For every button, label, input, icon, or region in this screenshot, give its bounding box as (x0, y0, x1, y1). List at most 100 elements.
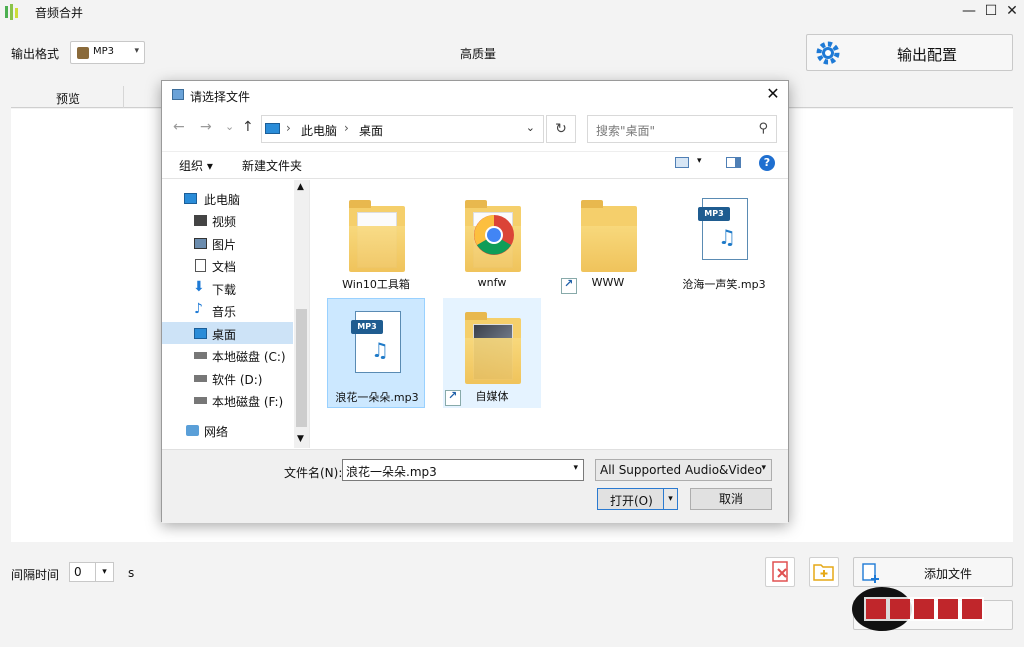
computer-icon (265, 123, 280, 134)
chevron-down-icon: ▾ (761, 463, 766, 473)
minimize-button[interactable]: — (959, 2, 979, 20)
chrome-icon (474, 215, 514, 255)
new-folder-button[interactable]: 新建文件夹 (242, 157, 302, 174)
file-item-selected[interactable]: MP3 ♫ 浪花一朵朵.mp3 (327, 298, 425, 408)
file-item[interactable]: Win10工具箱 (327, 186, 425, 296)
nav-item-drive-d[interactable]: 软件 (D:) (212, 371, 262, 388)
breadcrumb-separator: › (286, 121, 291, 135)
nav-item-desktop[interactable]: 桌面 (212, 326, 236, 343)
breadcrumb-separator: › (344, 121, 349, 135)
file-type-filter[interactable]: All Supported Audio&Video ▾ (595, 459, 772, 481)
interval-select[interactable]: 0 ▾ (69, 562, 114, 582)
music-icon: ♪ (194, 301, 203, 317)
chevron-down-icon[interactable]: ⌄ (526, 121, 535, 134)
nav-item-videos[interactable]: 视频 (212, 213, 236, 230)
dialog-title: 请选择文件 (190, 90, 251, 104)
search-placeholder: 搜索"桌面" (596, 124, 656, 138)
chevron-down-icon[interactable]: ▾ (697, 156, 702, 166)
help-icon[interactable]: ? (759, 155, 775, 171)
forward-button[interactable]: → (200, 119, 212, 135)
folder-icon (581, 200, 637, 272)
format-value: MP3 (93, 46, 115, 57)
breadcrumb-this-pc[interactable]: 此电脑 (301, 122, 337, 139)
filename-label: 文件名(N): (284, 466, 343, 480)
title-bar (0, 0, 1024, 24)
file-grid[interactable]: Win10工具箱 wnfw WWW MP3♫ 沧海一声笑.mp3 MP3♫ 浪花… (311, 180, 788, 448)
address-bar[interactable]: › 此电脑 › 桌面 ⌄ (261, 115, 544, 143)
drive-icon (194, 352, 207, 359)
drive-icon (194, 375, 207, 382)
app-icon (5, 4, 18, 20)
format-label: 输出格式 (11, 47, 60, 61)
output-config-button[interactable]: 输出配置 (806, 34, 1013, 71)
folder-icon (349, 200, 405, 272)
file-item[interactable]: wnfw (443, 186, 541, 296)
nav-item-drive-c[interactable]: 本地磁盘 (C:) (212, 348, 286, 365)
search-input[interactable]: 搜索"桌面" ⚲ (587, 115, 777, 143)
file-item[interactable]: WWW (559, 186, 657, 296)
view-options-icon[interactable] (675, 157, 689, 168)
nav-item-network[interactable]: 网络 (204, 423, 228, 440)
nav-item-downloads[interactable]: 下载 (212, 281, 236, 298)
recent-locations-button[interactable]: ⌄ (225, 120, 234, 133)
mp3-format-icon (77, 47, 89, 59)
breadcrumb-desktop[interactable]: 桌面 (359, 122, 383, 139)
add-folder-button[interactable] (809, 557, 839, 587)
cancel-button[interactable]: 取消 (690, 488, 772, 510)
video-icon (194, 215, 207, 226)
computer-icon (184, 193, 197, 204)
filename-input[interactable]: 浪花一朵朵.mp3 ▾ (342, 459, 584, 481)
dialog-close-button[interactable]: ✕ (762, 84, 784, 104)
file-item[interactable]: MP3 ♫ 沧海一声笑.mp3 (675, 186, 773, 296)
organize-menu[interactable]: 组织 ▾ (179, 157, 213, 174)
column-divider (123, 86, 124, 108)
file-name: 沧海一声笑.mp3 (682, 278, 766, 291)
preview-pane-icon[interactable] (726, 157, 741, 168)
maximize-button[interactable]: ☐ (981, 2, 1001, 20)
dialog-icon (172, 89, 184, 100)
nav-item-documents[interactable]: 文档 (212, 258, 236, 275)
nav-item-drive-f[interactable]: 本地磁盘 (F:) (212, 393, 283, 410)
file-name: 自媒体 (475, 390, 509, 403)
up-button[interactable]: ↑ (242, 119, 254, 135)
open-options-dropdown[interactable]: ▾ (663, 489, 677, 509)
close-button[interactable]: ✕ (1002, 2, 1022, 20)
scroll-down-arrow[interactable]: ▼ (297, 434, 304, 444)
navigation-pane[interactable]: 此电脑 视频 图片 文档 ⬇ 下载 ♪ 音乐 桌面 本地磁盘 (C:) 软件 (… (162, 180, 310, 448)
document-icon (195, 259, 206, 272)
window-title: 音频合并 (35, 6, 84, 20)
format-select[interactable]: MP3 ▾ (70, 41, 145, 64)
picture-icon (194, 238, 207, 249)
drive-icon (194, 397, 207, 404)
chevron-down-icon: ▾ (134, 46, 139, 56)
column-preview[interactable]: 预览 (56, 90, 80, 107)
output-config-label: 输出配置 (897, 46, 958, 64)
open-file-dialog: 请选择文件 ✕ ← → ⌄ ↑ › 此电脑 › 桌面 ⌄ ↻ 搜索"桌面" ⚲ … (161, 80, 789, 523)
quality-label: 高质量 (460, 47, 497, 61)
file-name: Win10工具箱 (342, 278, 410, 291)
scroll-up-arrow[interactable]: ▲ (297, 182, 304, 192)
network-icon (186, 425, 199, 436)
watermark-logo (852, 587, 984, 631)
nav-item-pictures[interactable]: 图片 (212, 236, 236, 253)
chevron-down-icon: ▾ (95, 563, 113, 581)
interval-unit: s (128, 566, 135, 580)
search-icon: ⚲ (758, 121, 768, 136)
nav-scrollbar-thumb[interactable] (296, 309, 307, 427)
file-name: WWW (591, 276, 625, 289)
open-button[interactable]: 打开(O) ▾ (597, 488, 678, 510)
mp3-file-icon: MP3 ♫ (698, 198, 748, 260)
file-item[interactable]: 自媒体 (443, 298, 541, 408)
interval-value: 0 (74, 565, 82, 579)
nav-item-this-pc[interactable]: 此电脑 (204, 191, 240, 208)
chevron-down-icon[interactable]: ▾ (573, 463, 578, 473)
filename-value: 浪花一朵朵.mp3 (346, 465, 437, 479)
back-button[interactable]: ← (173, 119, 185, 135)
download-icon: ⬇ (193, 279, 205, 295)
delete-file-icon (772, 561, 788, 582)
nav-item-music[interactable]: 音乐 (212, 303, 236, 320)
file-name: 浪花一朵朵.mp3 (335, 391, 419, 404)
refresh-button[interactable]: ↻ (546, 115, 576, 143)
remove-file-button[interactable] (765, 557, 795, 587)
add-folder-icon (813, 564, 834, 581)
